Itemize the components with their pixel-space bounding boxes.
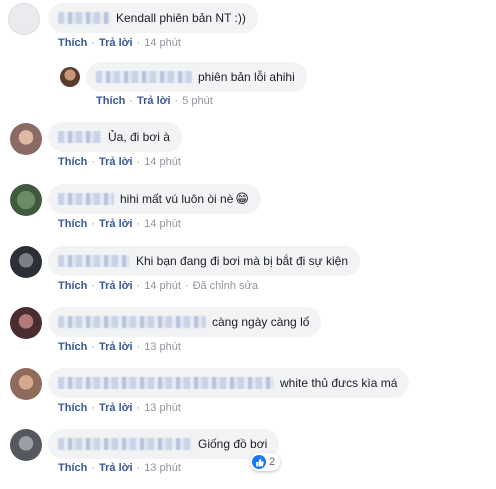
reply-link[interactable]: Trả lời — [99, 462, 133, 474]
separator-dot: · — [129, 95, 134, 107]
separator-dot: · — [136, 402, 141, 414]
avatar[interactable] — [60, 67, 80, 87]
comment-bubble: Khi bạn đang đi bơi mà bị bắt đi sự kiện — [48, 246, 361, 276]
blurred-author-name[interactable] — [58, 131, 102, 143]
comment-text: càng ngày càng lố — [212, 315, 310, 329]
separator-dot: · — [184, 280, 189, 292]
comment-actions: Thích · Trả lời · 13 phút — [58, 341, 181, 353]
comment-4: hihi mất vú luôn òi nè 😁 Thích · Trả lời ·… — [0, 182, 496, 240]
comment-text: white thủ đưcs kìa má — [280, 376, 398, 390]
like-link[interactable]: Thích — [58, 280, 87, 292]
reply-link[interactable]: Trả lời — [99, 280, 133, 292]
like-link[interactable]: Thích — [58, 402, 87, 414]
separator-dot: · — [136, 280, 141, 292]
comment-5: Khi bạn đang đi bơi mà bị bắt đi sự kiện… — [0, 244, 496, 302]
comment-bubble: white thủ đưcs kìa má — [48, 368, 410, 398]
comment-text: Ủa, đi bơi à — [108, 130, 170, 144]
like-link[interactable]: Thích — [58, 37, 87, 49]
like-link[interactable]: Thích — [58, 341, 87, 353]
separator-dot: · — [91, 37, 96, 49]
comment-text: phiên bản lỗi ahihi — [198, 70, 295, 84]
separator-dot: · — [174, 95, 179, 107]
blurred-author-name[interactable] — [96, 71, 192, 83]
separator-dot: · — [136, 341, 141, 353]
timestamp[interactable]: 13 phút — [144, 341, 181, 353]
timestamp[interactable]: 14 phút — [144, 218, 181, 230]
separator-dot: · — [91, 402, 96, 414]
like-link[interactable]: Thích — [96, 95, 125, 107]
comment-actions: Thích · Trả lời · 5 phút — [96, 95, 213, 107]
comment-actions: Thích · Trả lời · 14 phút — [58, 37, 181, 49]
avatar[interactable] — [10, 307, 42, 339]
timestamp[interactable]: 14 phút — [144, 280, 181, 292]
like-link[interactable]: Thích — [58, 218, 87, 230]
timestamp[interactable]: 14 phút — [144, 37, 181, 49]
comment-1: Kendall phiên bản NT :)) Thích · Trả lời ·… — [0, 0, 496, 58]
like-reaction-icon — [252, 455, 266, 469]
timestamp[interactable]: 13 phút — [144, 462, 181, 474]
comment-bubble: phiên bản lỗi ahihi — [86, 62, 307, 92]
thumbs-up-icon — [255, 458, 264, 466]
separator-dot: · — [136, 156, 141, 168]
comment-text: Kendall phiên bản NT :)) — [116, 11, 246, 25]
reply-link[interactable]: Trả lời — [137, 95, 171, 107]
reply-link[interactable]: Trả lời — [99, 402, 133, 414]
avatar[interactable] — [10, 429, 42, 461]
comment-actions: Thích · Trả lời · 14 phút · Đã chỉnh sửa — [58, 280, 258, 292]
comment-bubble: hihi mất vú luôn òi nè 😁 — [48, 184, 261, 214]
comment-bubble: Kendall phiên bản NT :)) — [48, 3, 258, 33]
separator-dot: · — [91, 462, 96, 474]
blurred-author-name[interactable] — [58, 377, 274, 389]
separator-dot: · — [136, 37, 141, 49]
comment-2-reply: phiên bản lỗi ahihi Thích · Trả lời · 5 ph… — [0, 60, 496, 118]
reply-link[interactable]: Trả lời — [99, 37, 133, 49]
separator-dot: · — [136, 462, 141, 474]
separator-dot: · — [91, 341, 96, 353]
timestamp[interactable]: 13 phút — [144, 402, 181, 414]
reply-link[interactable]: Trả lời — [99, 218, 133, 230]
comment-3: Ủa, đi bơi à Thích · Trả lời · 14 phút — [0, 120, 496, 178]
edited-label[interactable]: Đã chỉnh sửa — [193, 280, 258, 292]
comment-text: hihi mất vú luôn òi nè — [120, 192, 234, 206]
avatar[interactable] — [10, 123, 42, 155]
reaction-summary[interactable]: 2 — [250, 453, 281, 471]
grinning-face-emoji-icon: 😁 — [235, 191, 249, 206]
blurred-author-name[interactable] — [58, 255, 130, 267]
comment-actions: Thích · Trả lời · 14 phút — [58, 156, 181, 168]
like-link[interactable]: Thích — [58, 156, 87, 168]
like-link[interactable]: Thích — [58, 462, 87, 474]
comment-text: Giống đồ bơi — [198, 437, 268, 451]
comment-bubble: Giống đồ bơi — [48, 429, 280, 459]
avatar[interactable] — [8, 3, 40, 35]
avatar[interactable] — [10, 184, 42, 216]
comment-bubble: Ủa, đi bơi à — [48, 122, 182, 152]
separator-dot: · — [136, 218, 141, 230]
reply-link[interactable]: Trả lời — [99, 341, 133, 353]
separator-dot: · — [91, 280, 96, 292]
comment-8: Giống đồ bơi 2 Thích · Trả lời · 13 phút — [0, 426, 496, 484]
reply-link[interactable]: Trả lời — [99, 156, 133, 168]
comment-actions: Thích · Trả lời · 14 phút — [58, 218, 181, 230]
blurred-author-name[interactable] — [58, 438, 192, 450]
separator-dot: · — [91, 156, 96, 168]
comment-actions: Thích · Trả lời · 13 phút — [58, 402, 181, 414]
comment-text: Khi bạn đang đi bơi mà bị bắt đi sự kiện — [136, 254, 349, 268]
separator-dot: · — [91, 218, 96, 230]
comment-7: white thủ đưcs kìa má Thích · Trả lời · 13… — [0, 366, 496, 424]
comment-actions: Thích · Trả lời · 13 phút — [58, 462, 181, 474]
avatar[interactable] — [10, 246, 42, 278]
blurred-author-name[interactable] — [58, 12, 110, 24]
comment-bubble: càng ngày càng lố — [48, 307, 322, 337]
reaction-count: 2 — [269, 456, 276, 468]
avatar[interactable] — [10, 368, 42, 400]
blurred-author-name[interactable] — [58, 193, 114, 205]
blurred-author-name[interactable] — [58, 316, 206, 328]
comment-6: càng ngày càng lố Thích · Trả lời · 13 phú… — [0, 305, 496, 363]
timestamp[interactable]: 5 phút — [182, 95, 213, 107]
timestamp[interactable]: 14 phút — [144, 156, 181, 168]
